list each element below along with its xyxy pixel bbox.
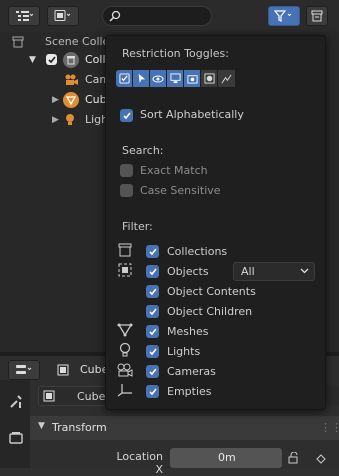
toggle-select-icon[interactable]: [133, 70, 150, 87]
scene-collection-icon: [12, 36, 24, 48]
new-collection-icon: [311, 10, 323, 22]
object-name-field[interactable]: Cube: [38, 386, 108, 406]
panel-drag-handle[interactable]: ⋮⋮: [320, 421, 339, 434]
keyframe-icon[interactable]: [316, 454, 326, 464]
editor-type-icon: [15, 10, 33, 22]
expand-arrow-icon[interactable]: ▶: [52, 90, 59, 110]
expand-arrow-icon[interactable]: ▶: [52, 110, 59, 130]
restriction-toggles-row: [116, 70, 253, 87]
object-icon: [43, 390, 55, 402]
camera-row[interactable]: Cam: [0, 70, 110, 90]
object-children-checkbox[interactable]: [146, 305, 159, 318]
object-icon: [118, 263, 132, 277]
object-contents-label: Object Contents: [167, 285, 256, 298]
filter-button[interactable]: [268, 6, 300, 26]
lock-icon[interactable]: [288, 452, 302, 464]
transform-panel-header[interactable]: ▼ Transform ⋮⋮: [30, 416, 339, 440]
sort-alphabetically-checkbox[interactable]: [120, 109, 133, 122]
objects-filter-dropdown[interactable]: All: [233, 262, 315, 281]
empties-checkbox[interactable]: [146, 385, 159, 398]
location-x-value: 0m: [218, 451, 236, 464]
meshes-checkbox[interactable]: [146, 325, 159, 338]
collections-checkbox[interactable]: [146, 245, 159, 258]
restriction-toggles-heading: Restriction Toggles:: [122, 47, 229, 60]
cameras-label: Cameras: [167, 365, 216, 378]
empties-label: Empties: [167, 385, 212, 398]
toggle-holdout-icon[interactable]: [201, 70, 218, 87]
case-sensitive-checkbox[interactable]: [120, 184, 133, 197]
toggle-eye-icon[interactable]: [150, 70, 167, 87]
expand-arrow-icon[interactable]: ▼: [29, 50, 36, 70]
collection-icon: [63, 52, 79, 68]
properties-tabs: [0, 380, 30, 468]
outliner-header: [0, 0, 339, 33]
transform-panel-title: Transform: [52, 421, 107, 434]
location-x-label: Location X: [116, 450, 163, 476]
editor-type-button[interactable]: [8, 6, 40, 26]
collapse-arrow-icon: ▼: [38, 421, 45, 431]
mesh-icon: [117, 323, 133, 337]
toggle-indirect-icon[interactable]: [218, 70, 235, 87]
cube-row[interactable]: ▶ Cub: [0, 90, 107, 110]
properties-editor-type-button[interactable]: [8, 360, 40, 380]
light-icon: [64, 113, 76, 127]
toggle-checkbox-icon[interactable]: [116, 70, 133, 87]
collection-icon: [118, 243, 132, 257]
objects-checkbox[interactable]: [146, 265, 159, 278]
scene-collection-label: Scene Colle: [45, 35, 110, 48]
collections-label: Collections: [167, 245, 228, 258]
objects-label: Objects: [167, 265, 209, 278]
lights-label: Lights: [167, 345, 201, 358]
collection-checkbox[interactable]: [46, 54, 57, 65]
display-mode-button[interactable]: [47, 6, 79, 26]
chevron-down-icon: [300, 268, 309, 274]
search-input[interactable]: [102, 6, 212, 26]
exact-match-checkbox[interactable]: [120, 164, 133, 177]
sort-alphabetically-label: Sort Alphabetically: [140, 108, 244, 121]
collection-label: Coll: [85, 53, 106, 66]
mesh-icon: [63, 92, 79, 108]
toggle-viewport-icon[interactable]: [167, 70, 184, 87]
camera-icon: [63, 73, 79, 87]
display-mode-icon: [54, 10, 72, 22]
object-contents-checkbox[interactable]: [146, 285, 159, 298]
empty-icon: [117, 383, 133, 397]
object-name-value: Cube: [77, 390, 106, 403]
object-icon: [56, 363, 70, 377]
filter-popup: Restriction Toggles: Sort Alphabetically…: [105, 35, 326, 410]
new-collection-button[interactable]: [306, 6, 328, 26]
object-children-label: Object Children: [167, 305, 253, 318]
toggle-render-icon[interactable]: [184, 70, 201, 87]
tool-icon[interactable]: [8, 394, 24, 410]
search-heading: Search:: [122, 144, 164, 157]
location-x-field[interactable]: 0m: [170, 448, 282, 468]
filter-icon: [274, 10, 294, 22]
light-row[interactable]: ▶ Ligh: [0, 110, 108, 130]
cube-label: Cub: [85, 93, 107, 106]
case-sensitive-label: Case Sensitive: [140, 184, 221, 197]
filter-heading: Filter:: [122, 220, 153, 233]
editor-type-icon: [15, 364, 33, 376]
search-icon: [109, 10, 121, 22]
lights-checkbox[interactable]: [146, 345, 159, 358]
meshes-label: Meshes: [167, 325, 209, 338]
light-icon: [118, 343, 132, 358]
objects-filter-value: All: [241, 265, 255, 278]
exact-match-label: Exact Match: [140, 164, 208, 177]
camera-icon: [116, 363, 134, 378]
collection-row[interactable]: ▼ Coll: [0, 50, 106, 70]
cameras-checkbox[interactable]: [146, 365, 159, 378]
render-icon[interactable]: [8, 430, 24, 446]
